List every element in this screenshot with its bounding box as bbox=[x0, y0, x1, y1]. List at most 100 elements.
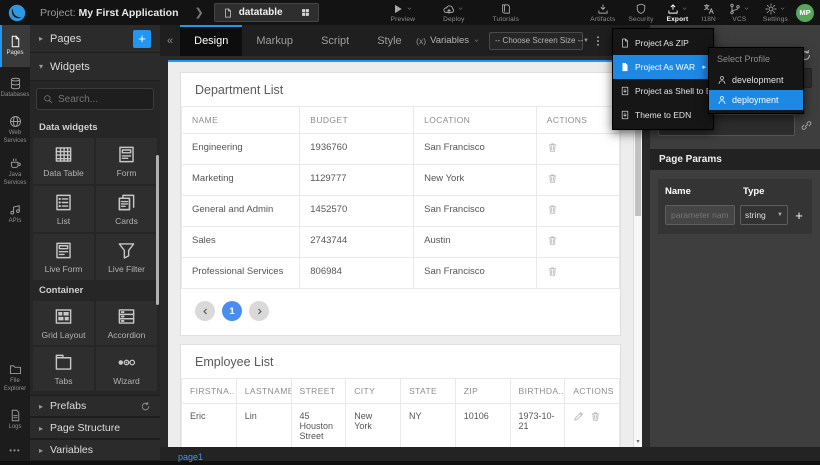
column-header[interactable]: NAME bbox=[182, 107, 300, 134]
list-icon bbox=[54, 193, 73, 212]
sidebar-item-databases[interactable]: Databases bbox=[0, 67, 30, 109]
tab-markup[interactable]: Markup bbox=[242, 25, 307, 56]
tab-style[interactable]: Style bbox=[363, 25, 415, 56]
page-number-button[interactable]: 1 bbox=[222, 301, 242, 321]
submenu-item-development[interactable]: development bbox=[709, 70, 803, 90]
tab-design[interactable]: Design bbox=[180, 25, 242, 56]
trash-button[interactable] bbox=[547, 235, 558, 246]
footer-page-tab[interactable]: page1 bbox=[160, 450, 203, 464]
submenu-item-deployment[interactable]: deployment bbox=[709, 90, 803, 110]
table-cell: Sales bbox=[182, 227, 300, 258]
menu-item-theme-to-edn[interactable]: Theme to EDN bbox=[613, 103, 713, 127]
trash-button[interactable] bbox=[547, 204, 558, 215]
widget-tile-accordion[interactable]: Accordion bbox=[96, 301, 157, 345]
column-header[interactable]: ACTIONS bbox=[536, 107, 619, 134]
param-name-input[interactable] bbox=[665, 205, 735, 225]
security-button[interactable]: Security bbox=[628, 2, 653, 23]
widget-tile-wizard[interactable]: Wizard bbox=[96, 347, 157, 391]
table-row[interactable]: Engineering1936760San Francisco bbox=[182, 134, 620, 165]
grid-icon[interactable] bbox=[301, 8, 310, 17]
table-row[interactable]: General and Admin1452570San Francisco bbox=[182, 196, 620, 227]
add-page-button[interactable]: + bbox=[133, 30, 151, 48]
caret-icon bbox=[457, 5, 464, 12]
sidebar-item-logs[interactable]: Logs bbox=[0, 399, 30, 441]
section-header-page-structure[interactable]: ▸Page Structure bbox=[30, 417, 160, 439]
menu-item-project-as-war[interactable]: Project As WAR▸ bbox=[613, 55, 713, 79]
settings-button[interactable]: Settings bbox=[763, 2, 788, 23]
sidebar-item-pages[interactable]: Pages bbox=[0, 25, 30, 67]
section-header-prefabs[interactable]: ▸Prefabs bbox=[30, 395, 160, 417]
kebab-menu-icon[interactable] bbox=[592, 35, 604, 47]
menu-item-project-as-zip[interactable]: Project As ZIP bbox=[613, 31, 713, 55]
sidebar-item-web-services[interactable]: Web Services bbox=[0, 109, 30, 151]
table-row[interactable]: Sales2743744Austin bbox=[182, 227, 620, 258]
trash-button[interactable] bbox=[547, 173, 558, 184]
widget-tile-form[interactable]: Form bbox=[96, 138, 157, 184]
widget-tile-live-filter[interactable]: Live Filter bbox=[96, 234, 157, 280]
column-header[interactable]: LOCATION bbox=[414, 107, 537, 134]
widget-tile-label: Live Form bbox=[45, 264, 83, 274]
deploy-button[interactable]: Deploy bbox=[443, 2, 464, 23]
page-tab-datatable[interactable]: datatable bbox=[214, 3, 319, 22]
tab-script[interactable]: Script bbox=[307, 25, 363, 56]
trash-button[interactable] bbox=[590, 411, 601, 422]
department-list-panel[interactable]: Department List NAMEBUDGETLOCATIONACTION… bbox=[180, 72, 621, 336]
rail-overflow-button[interactable]: ••• bbox=[0, 441, 30, 461]
widget-tile-live-form[interactable]: Live Form bbox=[33, 234, 94, 280]
pages-section-header[interactable]: ▸ Pages + bbox=[30, 25, 160, 53]
preview-button[interactable]: Preview bbox=[391, 2, 416, 23]
table-row[interactable]: EricLin45 Houston StreetNew YorkNY101061… bbox=[182, 404, 620, 448]
export-button[interactable]: Export bbox=[667, 2, 689, 23]
refresh-icon[interactable] bbox=[140, 401, 151, 412]
export-menu: Project As ZIPProject As WAR▸Project as … bbox=[612, 28, 714, 130]
widget-tile-list[interactable]: List bbox=[33, 186, 94, 232]
link-icon[interactable] bbox=[801, 120, 812, 131]
widgets-section-header[interactable]: ▾ Widgets bbox=[30, 53, 160, 81]
column-header[interactable]: STATE bbox=[401, 379, 456, 404]
scrollbar-down-arrow-icon[interactable]: ▾ bbox=[634, 438, 642, 445]
menu-item-label: Project As WAR bbox=[635, 62, 695, 72]
widget-search-input[interactable] bbox=[58, 94, 147, 105]
prev-page-button[interactable] bbox=[195, 301, 215, 321]
collapse-panel-button[interactable]: « bbox=[160, 25, 180, 56]
tutorials-button[interactable]: Tutorials bbox=[493, 2, 519, 23]
employee-table[interactable]: FIRSTNA..LASTNAMESTREETCITYSTATEZIPBIRTH… bbox=[181, 378, 620, 447]
artifacts-button[interactable]: Artifacts bbox=[590, 2, 615, 23]
column-header[interactable]: FIRSTNA.. bbox=[182, 379, 237, 404]
column-header[interactable]: BUDGET bbox=[300, 107, 414, 134]
page-icon bbox=[223, 8, 233, 18]
vcs-button[interactable]: VCS bbox=[729, 2, 750, 23]
sidebar-item-file-explorer[interactable]: File Explorer bbox=[0, 357, 30, 399]
widget-tile-tabs[interactable]: Tabs bbox=[33, 347, 94, 391]
widget-tile-cards[interactable]: Cards bbox=[96, 186, 157, 232]
next-page-button[interactable] bbox=[249, 301, 269, 321]
sidebar-item-apis[interactable]: APIs bbox=[0, 193, 30, 235]
widget-tile-grid-layout[interactable]: Grid Layout bbox=[33, 301, 94, 345]
widget-tile-data-table[interactable]: Data Table bbox=[33, 138, 94, 184]
employee-list-panel[interactable]: Employee List FIRSTNA..LASTNAMESTREETCIT… bbox=[180, 344, 621, 447]
column-header[interactable]: BIRTHDA.. bbox=[510, 379, 565, 404]
menu-item-project-as-shell-to-edn[interactable]: Project as Shell to EDN bbox=[613, 79, 713, 103]
add-param-button[interactable]: + bbox=[793, 208, 805, 223]
sidebar-item-java-services[interactable]: Java Services bbox=[0, 151, 30, 193]
department-table[interactable]: NAMEBUDGETLOCATIONACTIONSEngineering1936… bbox=[181, 106, 620, 289]
column-header[interactable]: LASTNAME bbox=[236, 379, 291, 404]
i18n-button[interactable]: I18N bbox=[701, 2, 716, 23]
pencil-button[interactable] bbox=[573, 411, 584, 422]
table-row[interactable]: Professional Services806984San Francisco bbox=[182, 258, 620, 289]
table-cell: San Francisco bbox=[414, 196, 537, 227]
column-header[interactable]: ACTIONS bbox=[565, 379, 620, 404]
trash-button[interactable] bbox=[547, 266, 558, 277]
screen-size-select[interactable]: -- Choose Screen Size -- ▼ bbox=[489, 32, 583, 50]
trash-button[interactable] bbox=[547, 142, 558, 153]
variables-dropdown[interactable]: (x) Variables bbox=[416, 35, 480, 46]
pages-section-label: Pages bbox=[50, 33, 81, 45]
section-header-variables[interactable]: ▸Variables bbox=[30, 439, 160, 461]
column-header[interactable]: CITY bbox=[346, 379, 401, 404]
column-header[interactable]: ZIP bbox=[455, 379, 510, 404]
table-row[interactable]: Marketing1129777New York bbox=[182, 165, 620, 196]
left-panel-scrollbar[interactable] bbox=[156, 155, 159, 305]
param-type-select[interactable]: string ▼ bbox=[740, 205, 788, 225]
column-header[interactable]: STREET bbox=[291, 379, 346, 404]
avatar[interactable]: MP bbox=[796, 4, 814, 22]
